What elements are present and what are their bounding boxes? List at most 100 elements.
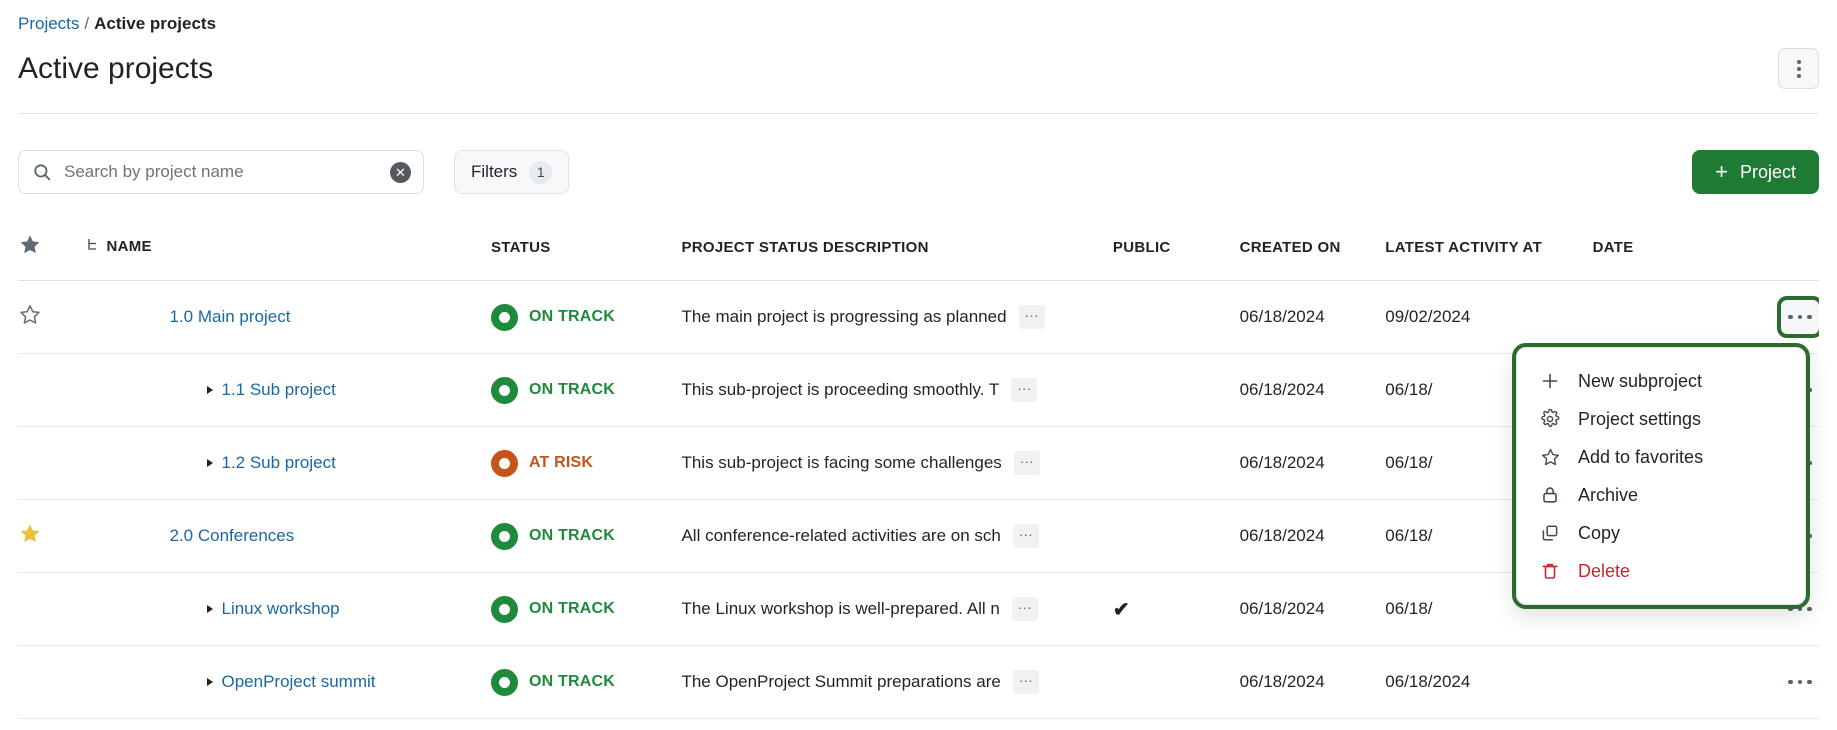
description-expand-button[interactable]: ··· (1013, 670, 1039, 694)
cell-created-on: 06/18/2024 (1240, 500, 1386, 573)
row-more-menu-button[interactable] (1781, 665, 1819, 699)
context-menu-item-add-to-favorites[interactable]: Add to favorites (1517, 438, 1805, 476)
cell-status[interactable]: ON TRACK (491, 354, 682, 427)
cell-public (1113, 427, 1240, 500)
column-header-favorite[interactable] (18, 233, 87, 281)
expand-caret-icon[interactable] (207, 678, 213, 686)
column-header-name[interactable]: NAME (87, 233, 490, 281)
breadcrumb-link-projects[interactable]: Projects (18, 14, 79, 33)
cell-name: 2.0 Conferences (87, 500, 490, 573)
cell-favorite[interactable] (18, 281, 87, 354)
kebab-horizontal-icon (1807, 680, 1812, 685)
description-text: This sub-project is facing some challeng… (681, 453, 1001, 473)
star-outline-icon[interactable] (18, 303, 42, 327)
filters-label: Filters (471, 162, 517, 182)
expand-caret-icon[interactable] (207, 459, 213, 467)
trash-icon (1539, 560, 1561, 582)
cell-public (1113, 646, 1240, 719)
project-name-link[interactable]: 2.0 Conferences (169, 526, 294, 546)
cell-status[interactable]: ON TRACK (491, 573, 682, 646)
column-header-latest-activity[interactable]: LATEST ACTIVITY AT (1385, 233, 1592, 281)
cell-favorite[interactable] (18, 500, 87, 573)
description-text: The OpenProject Summit preparations are (681, 672, 1000, 692)
cell-status[interactable]: ON TRACK (491, 281, 682, 354)
new-project-button[interactable]: + Project (1692, 150, 1819, 194)
row-more-menu-button[interactable] (1781, 300, 1819, 334)
status-label: ON TRACK (529, 308, 615, 326)
created-on-value: 06/18/2024 (1240, 307, 1325, 326)
context-menu-item-new-subproject[interactable]: New subproject (1517, 362, 1805, 400)
expand-caret-icon[interactable] (207, 386, 213, 394)
description-expand-button[interactable]: ··· (1019, 305, 1045, 329)
cell-name: 1.2 Sub project (87, 427, 490, 500)
description-expand-button[interactable]: ··· (1013, 524, 1039, 548)
table-row[interactable]: 1.0 Main projectON TRACKThe main project… (18, 281, 1819, 354)
search-box[interactable]: ✕ (18, 150, 424, 194)
kebab-horizontal-icon (1807, 607, 1812, 612)
created-on-value: 06/18/2024 (1240, 599, 1325, 618)
description-expand-button[interactable]: ··· (1014, 451, 1040, 475)
cell-status[interactable]: AT RISK (491, 427, 682, 500)
context-menu-item-delete[interactable]: Delete (1517, 552, 1805, 590)
cell-created-on: 06/18/2024 (1240, 281, 1386, 354)
cell-favorite[interactable] (18, 427, 87, 500)
kebab-horizontal-icon (1807, 388, 1812, 393)
clear-search-icon[interactable]: ✕ (390, 162, 411, 183)
column-header-status[interactable]: STATUS (491, 233, 682, 281)
kebab-horizontal-icon (1788, 680, 1793, 685)
cell-created-on: 06/18/2024 (1240, 573, 1386, 646)
column-header-description[interactable]: PROJECT STATUS DESCRIPTION (681, 233, 1112, 281)
project-context-menu[interactable]: New subprojectProject settingsAdd to fav… (1516, 347, 1806, 605)
project-name-link[interactable]: OpenProject summit (221, 672, 375, 692)
project-name-link[interactable]: 1.0 Main project (169, 307, 290, 327)
cell-favorite[interactable] (18, 573, 87, 646)
project-name-link[interactable]: 1.2 Sub project (221, 453, 335, 473)
cell-favorite[interactable] (18, 646, 87, 719)
table-row[interactable]: OpenProject summit ON TRACKThe OpenProjec… (18, 646, 1819, 719)
cell-status[interactable]: ON TRACK (491, 646, 682, 719)
description-expand-button[interactable]: ··· (1012, 597, 1038, 621)
created-on-value: 06/18/2024 (1240, 380, 1325, 399)
latest-activity-value: 06/18/ (1385, 453, 1432, 472)
expand-caret-icon[interactable] (207, 605, 213, 613)
filters-button[interactable]: Filters 1 (454, 150, 569, 194)
kebab-horizontal-icon (1807, 315, 1812, 320)
context-menu-item-copy[interactable]: Copy (1517, 514, 1805, 552)
cell-public (1113, 281, 1240, 354)
column-header-date[interactable]: DATE (1593, 233, 1819, 281)
project-name-link[interactable]: 1.1 Sub project (221, 380, 335, 400)
latest-activity-value: 09/02/2024 (1385, 307, 1470, 326)
cell-favorite[interactable] (18, 354, 87, 427)
kebab-horizontal-icon (1798, 315, 1803, 320)
kebab-horizontal-icon (1798, 607, 1803, 612)
page-title: Active projects (18, 48, 213, 90)
context-menu-item-label: Archive (1578, 485, 1638, 506)
kebab-vertical-icon (1797, 74, 1801, 78)
kebab-vertical-icon (1797, 60, 1801, 64)
context-menu-item-label: Delete (1578, 561, 1630, 582)
status-ring-icon (491, 450, 518, 477)
kebab-horizontal-icon (1788, 315, 1793, 320)
page-more-menu-button[interactable] (1778, 48, 1819, 89)
cell-created-on: 06/18/2024 (1240, 354, 1386, 427)
search-input[interactable] (64, 162, 390, 182)
project-name-link[interactable]: Linux workshop (221, 599, 339, 619)
created-on-value: 06/18/2024 (1240, 526, 1325, 545)
header-divider (18, 113, 1819, 114)
hierarchy-icon (87, 238, 99, 256)
created-on-value: 06/18/2024 (1240, 453, 1325, 472)
latest-activity-value: 06/18/2024 (1385, 672, 1470, 691)
plus-icon: + (1715, 161, 1728, 183)
column-header-created-on[interactable]: CREATED ON (1240, 233, 1386, 281)
cell-status[interactable]: ON TRACK (491, 500, 682, 573)
description-expand-button[interactable]: ··· (1011, 378, 1037, 402)
star-filled-icon[interactable] (18, 522, 42, 546)
cell-public: ✔ (1113, 573, 1240, 646)
column-header-public[interactable]: PUBLIC (1113, 233, 1240, 281)
context-menu-item-archive[interactable]: Archive (1517, 476, 1805, 514)
context-menu-item-project-settings[interactable]: Project settings (1517, 400, 1805, 438)
new-project-label: Project (1740, 162, 1796, 183)
created-on-value: 06/18/2024 (1240, 672, 1325, 691)
context-menu-item-label: Copy (1578, 523, 1620, 544)
public-check-icon: ✔ (1113, 599, 1130, 621)
